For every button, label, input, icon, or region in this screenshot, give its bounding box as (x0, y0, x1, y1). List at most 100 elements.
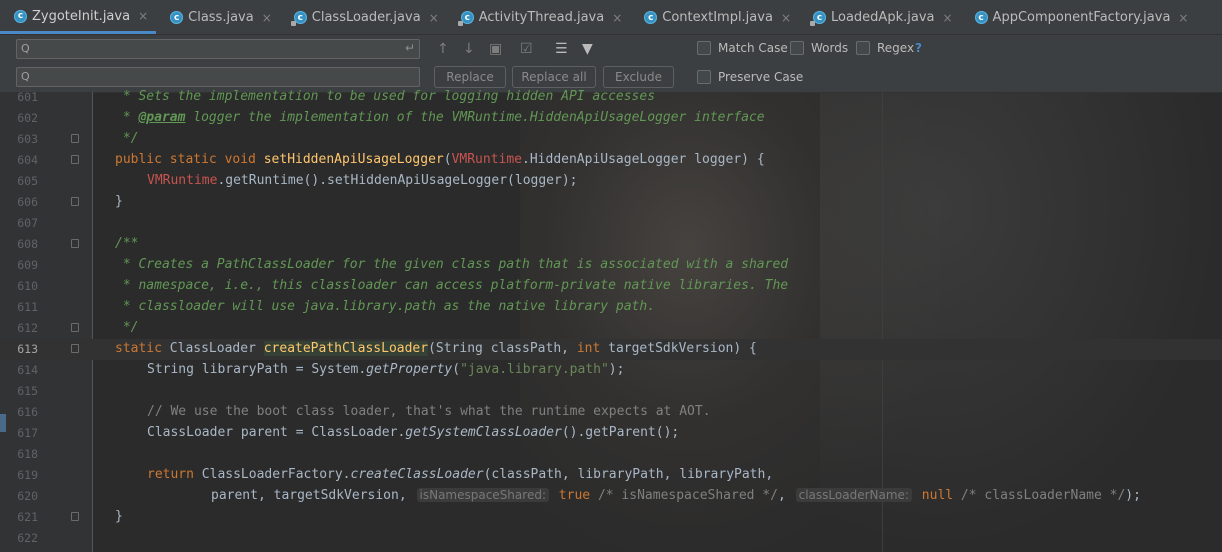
search-icon[interactable]: Q (21, 70, 30, 83)
checkbox-box[interactable] (856, 41, 870, 55)
java-class-icon: c (974, 11, 988, 24)
line-number: 601 (17, 90, 38, 104)
code-line: 605 VMRuntime.getRuntime().setHiddenApiU… (0, 171, 1222, 192)
checkbox-box[interactable] (790, 41, 804, 55)
code-text: , (777, 488, 794, 503)
code-text: targetSdkVersion) { (608, 341, 757, 356)
search-input[interactable] (39, 41, 403, 59)
code-line: 601 * Sets the implementation to be used… (0, 87, 1222, 108)
in-selection-icon[interactable]: ☑ (520, 41, 533, 57)
code-line: 615 (0, 381, 1222, 402)
code-text: ( (452, 362, 461, 377)
close-icon[interactable]: × (1178, 11, 1188, 25)
doc-comment: * Creates a PathClassLoader for the give… (115, 257, 789, 272)
unresolved-symbol: VMRuntime (451, 152, 523, 167)
tab-label: ClassLoader.java (311, 10, 421, 25)
line-number: 611 (17, 300, 38, 314)
method-name: createPathClassLoader (263, 341, 429, 356)
static-method: getProperty (366, 362, 453, 377)
line-number: 608 (17, 237, 38, 251)
code-line: 617 ClassLoader parent = ClassLoader.get… (0, 423, 1222, 444)
code-line: 610 * namespace, i.e., this classloader … (0, 276, 1222, 297)
search-field[interactable]: Q ↵ (16, 39, 420, 59)
preserve-case-checkbox[interactable]: Preserve Case (697, 70, 803, 84)
fold-marker-icon[interactable] (71, 323, 79, 332)
new-line-icon[interactable]: ↵ (405, 41, 415, 55)
replace-field[interactable]: Q (16, 67, 420, 87)
code-line: 612 */ (0, 318, 1222, 339)
match-case-checkbox[interactable]: Match Case (697, 41, 788, 55)
line-number: 616 (17, 405, 38, 419)
select-all-occurrences-icon[interactable]: ▣ (489, 41, 502, 57)
string-literal: "java.library.path" (460, 362, 609, 377)
fold-marker-icon[interactable] (71, 512, 79, 521)
line-number: 617 (17, 426, 38, 440)
code-text: parent, targetSdkVersion, (211, 488, 415, 503)
line-number: 614 (17, 363, 38, 377)
next-occurrence-icon[interactable]: ↓ (463, 41, 475, 57)
tab-label: LoadedApk.java (831, 10, 935, 25)
fold-marker-icon[interactable] (71, 134, 79, 143)
code-text: ); (1125, 488, 1141, 503)
checkbox-box[interactable] (697, 70, 711, 84)
line-number: 604 (17, 153, 38, 167)
tab-contextimpl[interactable]: c ContextImpl.java × (630, 1, 799, 34)
method-name: setHiddenApiUsageLogger (263, 152, 444, 167)
filter-icon[interactable]: ▼ (582, 41, 593, 57)
block-comment: /* classLoaderName */ (953, 488, 1126, 503)
checkbox-box[interactable] (697, 41, 711, 55)
code-line: 604 public static void setHiddenApiUsage… (0, 150, 1222, 171)
static-method: createClassLoader (350, 467, 484, 482)
doc-comment: logger the implementation of the VMRunti… (185, 110, 765, 125)
find-replace-bar: Q ↵ ↑ ↓ ▣ ☑ ☰ ▼ Match Case Words Regex ?… (0, 35, 1222, 93)
keyword: null (913, 488, 954, 503)
code-line: 619 return ClassLoaderFactory.createClas… (0, 465, 1222, 486)
code-line: 618 (0, 444, 1222, 465)
close-icon[interactable]: × (781, 11, 791, 25)
code-editor[interactable]: 601 * Sets the implementation to be used… (0, 89, 1222, 552)
search-icon[interactable]: Q (21, 42, 30, 55)
code-text: .getRuntime().setHiddenApiUsageLogger(lo… (217, 173, 578, 188)
replace-all-button[interactable]: Replace all (512, 66, 596, 88)
context-menu-icon[interactable]: ☰ (555, 41, 568, 57)
code-line: 607 (0, 213, 1222, 234)
code-text: ClassLoader (169, 341, 264, 356)
line-number: 618 (17, 447, 38, 461)
exclude-button[interactable]: Exclude (603, 66, 674, 88)
doc-comment: * namespace, i.e., this classloader can … (115, 278, 789, 293)
code-line: 622 (0, 528, 1222, 549)
code-text: ClassLoader parent = ClassLoader. (147, 425, 406, 440)
replace-input[interactable] (39, 69, 403, 87)
line-number: 612 (17, 321, 38, 335)
close-icon[interactable]: × (138, 9, 148, 23)
close-icon[interactable]: × (942, 11, 952, 25)
tab-label: ZygoteInit.java (32, 8, 131, 24)
tab-classloader[interactable]: c ClassLoader.java × (280, 1, 447, 34)
fold-marker-icon[interactable] (71, 344, 79, 353)
close-icon[interactable]: × (262, 11, 272, 25)
fold-marker-icon[interactable] (71, 155, 79, 164)
fold-marker-icon[interactable] (71, 239, 79, 248)
code-text: .HiddenApiUsageLogger logger) { (522, 152, 765, 167)
tab-loadedapk[interactable]: c LoadedApk.java × (799, 1, 961, 34)
tab-zygoteinit[interactable]: c ZygoteInit.java × (0, 1, 157, 34)
regex-checkbox[interactable]: Regex (856, 41, 914, 55)
fold-marker-icon[interactable] (71, 197, 79, 206)
doc-comment: /** (115, 236, 139, 251)
line-number: 609 (17, 258, 38, 272)
tab-label: AppComponentFactory.java (992, 10, 1171, 25)
tab-appcomponentfactory[interactable]: c AppComponentFactory.java × (961, 1, 1197, 34)
code-line: 606 } (0, 192, 1222, 213)
static-method: getSystemClassLoader (405, 425, 562, 440)
tab-class[interactable]: c Class.java × (156, 1, 280, 34)
tab-activitythread[interactable]: c ActivityThread.java × (447, 1, 631, 34)
keyword: return (147, 467, 202, 482)
close-icon[interactable]: × (612, 11, 622, 25)
close-icon[interactable]: × (429, 11, 439, 25)
regex-help-link[interactable]: ? (915, 41, 922, 55)
current-code-line: 613 static ClassLoader createPathClassLo… (0, 339, 1222, 360)
words-checkbox[interactable]: Words (790, 41, 848, 55)
replace-button[interactable]: Replace (434, 66, 506, 88)
previous-occurrence-icon[interactable]: ↑ (437, 41, 449, 57)
code-line: 609 * Creates a PathClassLoader for the … (0, 255, 1222, 276)
